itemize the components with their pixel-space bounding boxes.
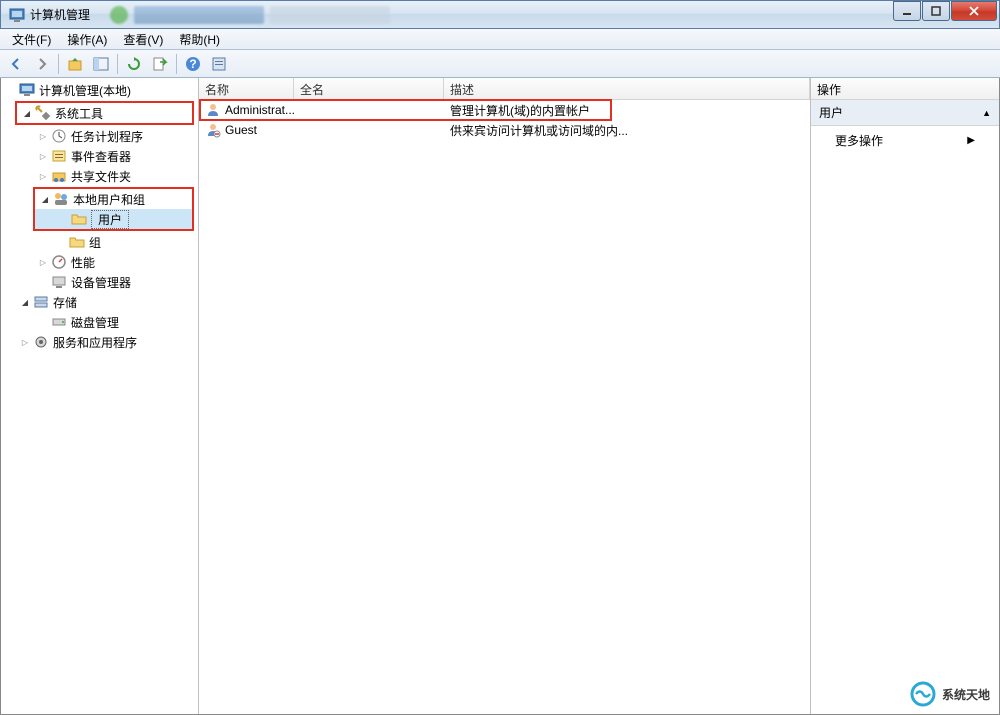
back-button[interactable]	[4, 52, 28, 76]
titlebar-blur-region	[110, 5, 390, 25]
tree-root[interactable]: 计算机管理(本地)	[1, 80, 198, 100]
list-body[interactable]: Administrat... 管理计算机(域)的内置帐户 Guest 供来宾访问…	[199, 100, 810, 714]
tree-groups-label: 组	[89, 234, 101, 251]
menubar: 文件(F) 操作(A) 查看(V) 帮助(H)	[0, 29, 1000, 50]
list-header: 名称 全名 描述	[199, 78, 810, 100]
minimize-button[interactable]	[893, 1, 921, 21]
cell-description: 管理计算机(域)的内置帐户	[444, 102, 810, 119]
user-icon	[205, 102, 221, 118]
tree-system-tools[interactable]: 系统工具	[17, 103, 192, 123]
tree-shared-folders[interactable]: 共享文件夹	[1, 166, 198, 186]
svg-text:?: ?	[189, 57, 196, 71]
window-controls	[892, 1, 997, 21]
collapse-icon: ▲	[982, 108, 991, 118]
actions-header: 操作	[811, 78, 999, 100]
close-button[interactable]	[951, 1, 997, 21]
performance-icon	[51, 254, 67, 270]
actions-section-title[interactable]: 用户 ▲	[811, 100, 999, 126]
expand-toggle-icon[interactable]	[39, 193, 51, 205]
user-icon	[205, 122, 221, 138]
tree-event-viewer[interactable]: 事件查看器	[1, 146, 198, 166]
tree-task-scheduler-label: 任务计划程序	[71, 128, 143, 145]
app-icon	[9, 7, 25, 23]
export-button[interactable]	[148, 52, 172, 76]
expand-toggle-icon[interactable]	[37, 170, 49, 182]
event-icon	[51, 148, 67, 164]
disk-icon	[51, 314, 67, 330]
tree-root-label: 计算机管理(本地)	[39, 82, 131, 99]
actions-more-label: 更多操作	[835, 132, 883, 149]
watermark: 系统天地	[910, 681, 990, 707]
folder-icon	[69, 234, 85, 250]
tree-performance[interactable]: 性能	[1, 252, 198, 272]
tree-services-apps-label: 服务和应用程序	[53, 334, 137, 351]
actions-panel: 操作 用户 ▲ 更多操作 ▶	[811, 78, 999, 714]
column-description[interactable]: 描述	[444, 78, 810, 99]
expand-toggle-icon[interactable]	[19, 336, 31, 348]
expand-toggle-icon[interactable]	[21, 107, 33, 119]
tree-users-label: 用户	[91, 210, 129, 229]
menu-help[interactable]: 帮助(H)	[171, 29, 228, 50]
tree-storage[interactable]: 存储	[1, 292, 198, 312]
tools-icon	[35, 105, 51, 121]
expand-toggle-icon[interactable]	[37, 256, 49, 268]
list-row[interactable]: Guest 供来宾访问计算机或访问域的内...	[199, 120, 810, 140]
folder-icon	[71, 211, 87, 227]
cell-name: Guest	[225, 123, 257, 137]
menu-view[interactable]: 查看(V)	[115, 29, 171, 50]
list-row[interactable]: Administrat... 管理计算机(域)的内置帐户	[199, 100, 810, 120]
services-icon	[33, 334, 49, 350]
expand-toggle-icon[interactable]	[19, 296, 31, 308]
shared-folder-icon	[51, 168, 67, 184]
tree-performance-label: 性能	[71, 254, 95, 271]
tree-local-users-label: 本地用户和组	[73, 191, 145, 208]
cell-name: Administrat...	[225, 103, 294, 117]
tree-system-tools-label: 系统工具	[55, 105, 103, 122]
expand-toggle-icon[interactable]	[37, 130, 49, 142]
menu-file[interactable]: 文件(F)	[4, 29, 59, 50]
maximize-button[interactable]	[922, 1, 950, 21]
storage-icon	[33, 294, 49, 310]
tree-disk-management[interactable]: 磁盘管理	[1, 312, 198, 332]
chevron-right-icon: ▶	[967, 135, 975, 146]
tree-task-scheduler[interactable]: 任务计划程序	[1, 126, 198, 146]
computer-icon	[19, 82, 35, 98]
show-hide-tree-button[interactable]	[89, 52, 113, 76]
column-fullname[interactable]: 全名	[294, 78, 444, 99]
actions-section-label: 用户	[819, 104, 843, 121]
list-panel: 名称 全名 描述 Administrat... 管理计算机(域)的内置帐户 Gu…	[199, 78, 811, 714]
properties-button[interactable]	[207, 52, 231, 76]
window-title: 计算机管理	[30, 6, 90, 23]
watermark-text: 系统天地	[942, 686, 990, 703]
main-area: 计算机管理(本地) 系统工具 任务计划程序 事件查看器 共享文件夹	[0, 78, 1000, 715]
tree-device-manager[interactable]: 设备管理器	[1, 272, 198, 292]
tree-panel[interactable]: 计算机管理(本地) 系统工具 任务计划程序 事件查看器 共享文件夹	[1, 78, 199, 714]
tree-services-apps[interactable]: 服务和应用程序	[1, 332, 198, 352]
titlebar: 计算机管理	[0, 0, 1000, 29]
tree-users[interactable]: 用户	[35, 209, 192, 229]
forward-button[interactable]	[30, 52, 54, 76]
tree-shared-folders-label: 共享文件夹	[71, 168, 131, 185]
actions-more[interactable]: 更多操作 ▶	[811, 126, 999, 155]
expand-toggle-icon[interactable]	[37, 150, 49, 162]
tree-groups[interactable]: 组	[1, 232, 198, 252]
column-name[interactable]: 名称	[199, 78, 294, 99]
tree-storage-label: 存储	[53, 294, 77, 311]
toolbar: ?	[0, 50, 1000, 78]
menu-action[interactable]: 操作(A)	[59, 29, 115, 50]
tree-disk-management-label: 磁盘管理	[71, 314, 119, 331]
clock-icon	[51, 128, 67, 144]
tree-event-viewer-label: 事件查看器	[71, 148, 131, 165]
help-button[interactable]: ?	[181, 52, 205, 76]
up-button[interactable]	[63, 52, 87, 76]
tree-local-users-groups[interactable]: 本地用户和组	[35, 189, 192, 209]
cell-description: 供来宾访问计算机或访问域的内...	[444, 122, 810, 139]
refresh-button[interactable]	[122, 52, 146, 76]
device-icon	[51, 274, 67, 290]
users-group-icon	[53, 191, 69, 207]
watermark-icon	[910, 681, 936, 707]
tree-device-manager-label: 设备管理器	[71, 274, 131, 291]
